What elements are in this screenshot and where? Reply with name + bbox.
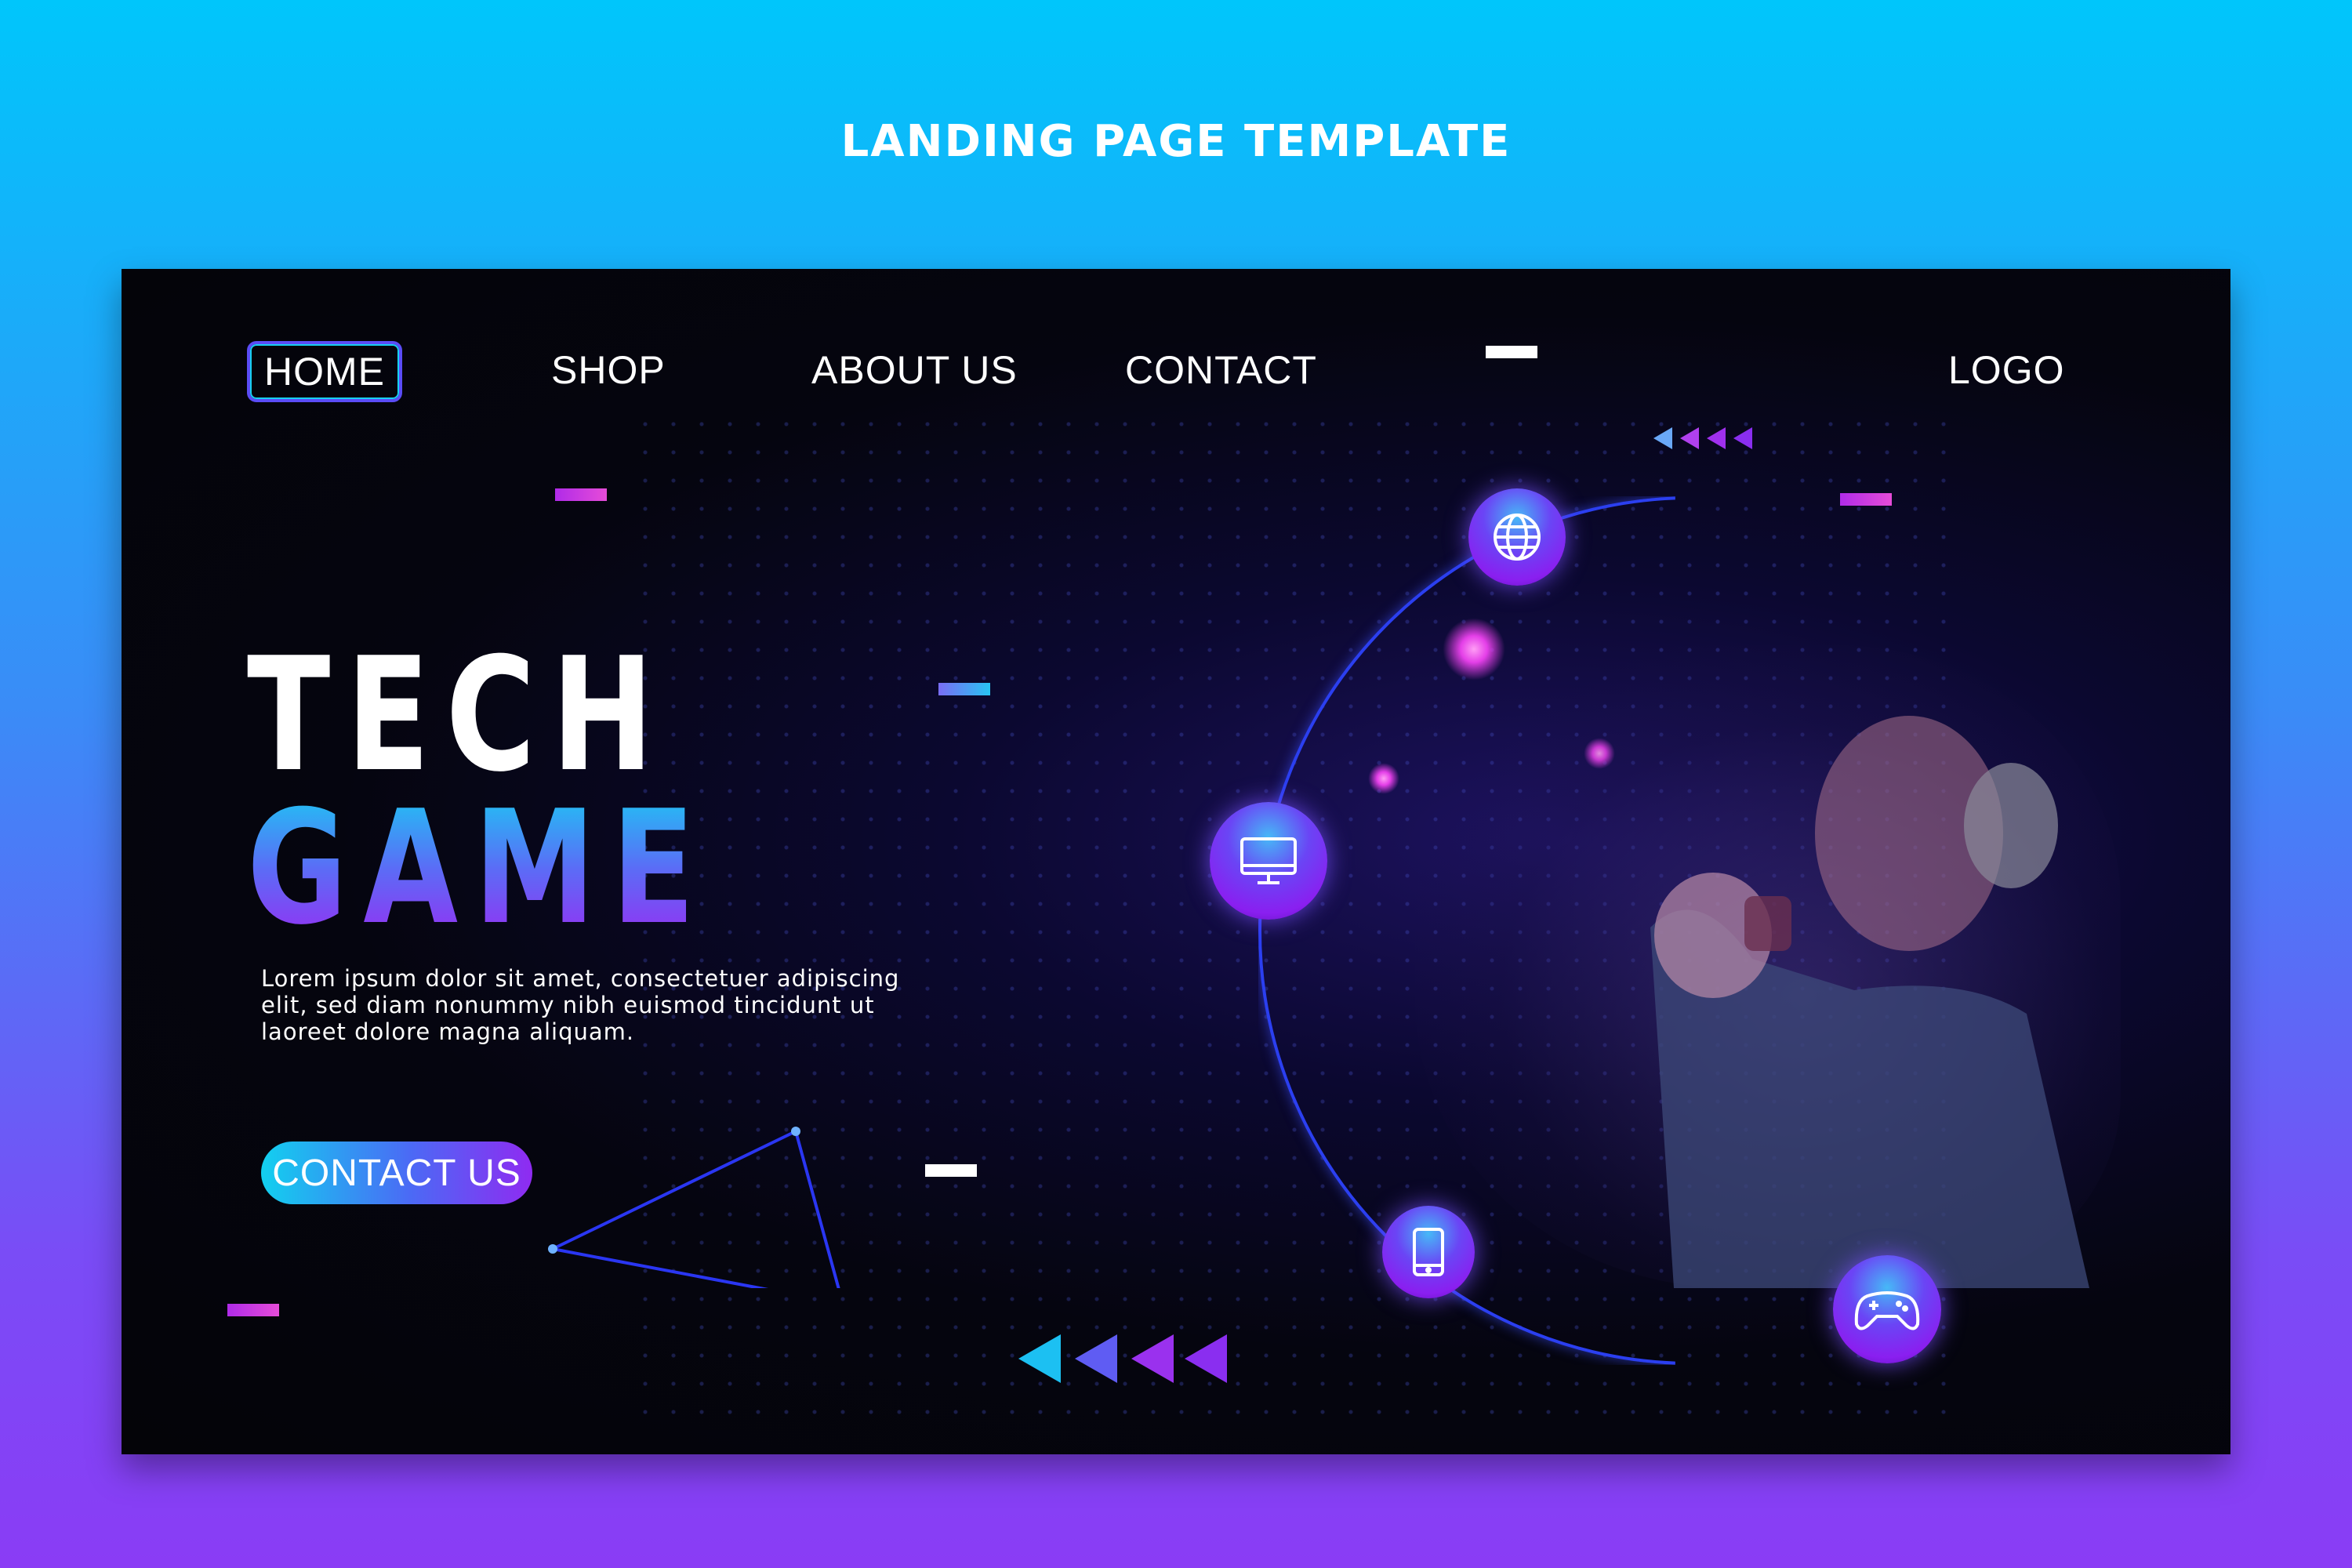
nav-item-shop[interactable]: SHOP [551, 347, 666, 393]
hero-title-line1: TECH [247, 624, 670, 807]
hero-title-line2: GAME [247, 777, 711, 960]
player-silhouette [1650, 716, 2089, 1288]
page-heading: LANDING PAGE TEMPLATE [840, 116, 1512, 167]
arrow-left-icon [1018, 1334, 1227, 1383]
description-line: laoreet dolore magna aliquam. [261, 1018, 635, 1045]
glow-dot [1368, 763, 1399, 794]
description-line: elit, sed diam nonummy nibh euismod tinc… [261, 992, 875, 1018]
hero-description: Lorem ipsum dolor sit amet, consectetuer… [261, 965, 967, 1045]
nav-item-contact[interactable]: CONTACT [1125, 347, 1317, 393]
arrow-left-icon [1653, 427, 1752, 449]
player-photo [1415, 645, 2121, 1288]
decor-bar [1840, 493, 1892, 506]
decor-bar [227, 1304, 279, 1316]
globe-icon[interactable] [1468, 488, 1566, 586]
landing-page-panel: HOME SHOP ABOUT US CONTACT LOGO TECH GAM… [122, 269, 2230, 1454]
gamepad-icon[interactable] [1833, 1255, 1941, 1363]
nav-item-about-us[interactable]: ABOUT US [811, 347, 1018, 393]
decor-bar [938, 683, 990, 695]
description-line: Lorem ipsum dolor sit amet, consectetuer… [261, 965, 900, 992]
contact-us-button[interactable]: CONTACT US [261, 1142, 532, 1204]
logo[interactable]: LOGO [1948, 347, 2064, 393]
monitor-icon[interactable] [1210, 802, 1327, 920]
triangle-decoration [547, 1127, 840, 1288]
decor-bar [1486, 346, 1537, 358]
decor-bar [555, 488, 607, 501]
decor-bar [925, 1164, 977, 1177]
nav-item-home[interactable]: HOME [247, 341, 402, 402]
tablet-icon[interactable] [1382, 1206, 1475, 1298]
